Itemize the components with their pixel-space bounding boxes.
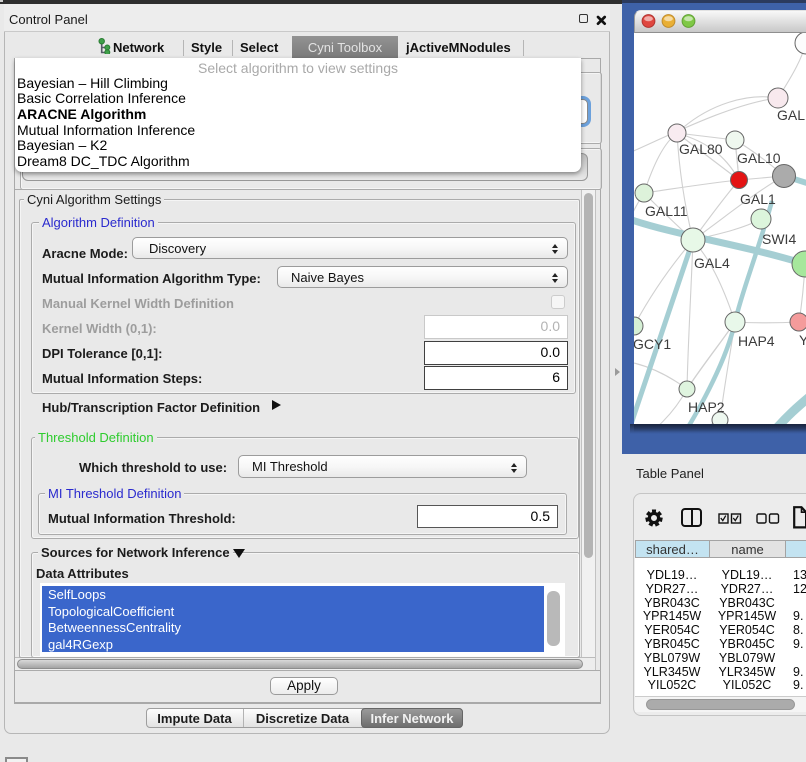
svg-text:GAL10: GAL10 (737, 150, 781, 166)
svg-text:GCY1: GCY1 (634, 336, 671, 352)
svg-text:HAP4: HAP4 (738, 333, 775, 349)
svg-text:GAL11: GAL11 (645, 203, 688, 219)
svg-text:SWI4: SWI4 (762, 231, 796, 247)
svg-text:GAL80: GAL80 (679, 141, 723, 157)
svg-text:GAL4: GAL4 (694, 255, 730, 271)
svg-text:GAL1: GAL1 (740, 191, 776, 207)
svg-text:Y: Y (799, 332, 806, 348)
svg-text:GAL: GAL (777, 107, 805, 123)
svg-text:HAP2: HAP2 (688, 399, 725, 415)
